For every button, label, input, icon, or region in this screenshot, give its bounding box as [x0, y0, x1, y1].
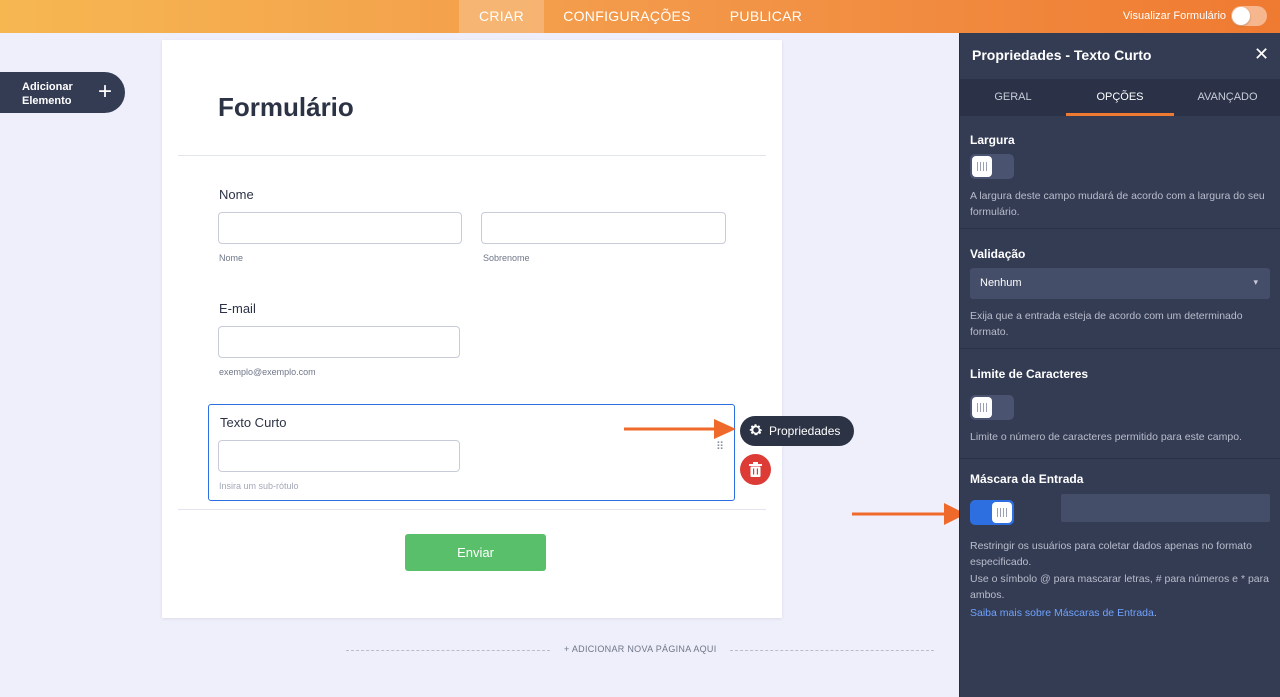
validation-help: Exija que a entrada esteja de acordo com…: [970, 310, 1243, 338]
char-limit-title: Limite de Caracteres: [970, 367, 1089, 381]
submit-divider: [178, 509, 766, 510]
last-name-sublabel: Sobrenome: [483, 253, 530, 263]
form-card: Formulário Nome Nome Sobrenome E-mail ex…: [162, 40, 782, 618]
width-title: Largura: [970, 133, 1015, 147]
input-mask-toggle[interactable]: [970, 500, 1014, 525]
short-text-sublabel-placeholder[interactable]: Insira um sub-rótulo: [219, 481, 299, 491]
properties-button-label: Propriedades: [769, 424, 841, 438]
close-icon[interactable]: ✕: [1254, 44, 1269, 65]
toggle-knob: [992, 502, 1012, 523]
add-element-label-line2: Elemento: [22, 95, 72, 107]
trash-icon: [749, 462, 762, 477]
active-tab-indicator: [1066, 113, 1174, 116]
plus-icon: +: [98, 78, 113, 105]
last-name-input[interactable]: [481, 212, 726, 244]
dashed-divider: [346, 650, 550, 651]
properties-button[interactable]: Propriedades: [740, 416, 854, 446]
width-toggle[interactable]: [970, 154, 1014, 179]
input-mask-learn-more-suffix: .: [1153, 607, 1157, 619]
add-new-page-link[interactable]: + ADICIONAR NOVA PÁGINA AQUI: [564, 644, 717, 654]
input-mask-help-1: Restringir os usuários para coletar dado…: [970, 540, 1252, 568]
tab-criar[interactable]: CRIAR: [459, 0, 544, 33]
section-divider: [960, 458, 1280, 459]
tab-opcoes[interactable]: OPÇÕES: [1066, 79, 1174, 116]
input-mask-title: Máscara da Entrada: [970, 472, 1084, 486]
validation-select[interactable]: Nenhum ▾: [970, 268, 1270, 299]
toggle-knob: [1232, 7, 1250, 25]
email-sublabel: exemplo@exemplo.com: [219, 367, 316, 377]
email-label[interactable]: E-mail: [219, 301, 256, 316]
input-mask-field[interactable]: [1061, 494, 1270, 522]
toggle-knob: [972, 156, 992, 177]
char-limit-toggle[interactable]: [970, 395, 1014, 420]
tab-geral[interactable]: GERAL: [960, 79, 1066, 116]
first-name-input[interactable]: [218, 212, 462, 244]
tab-publicar[interactable]: PUBLICAR: [714, 0, 818, 33]
add-new-page: + ADICIONAR NOVA PÁGINA AQUI: [346, 644, 934, 658]
chevron-down-icon: ▾: [1253, 277, 1258, 287]
properties-panel: Propriedades - Texto Curto ✕ GERAL OPÇÕE…: [959, 33, 1280, 697]
preview-form-toggle[interactable]: [1231, 6, 1267, 26]
annotation-arrow-icon: [624, 419, 736, 439]
title-divider: [178, 155, 766, 156]
panel-title: Propriedades - Texto Curto: [972, 47, 1152, 63]
add-element-button[interactable]: Adicionar Elemento +: [0, 72, 125, 113]
validation-selected-value: Nenhum: [980, 277, 1022, 289]
add-element-label-line1: Adicionar: [22, 81, 73, 93]
dashed-divider: [730, 650, 934, 651]
drag-handle-icon[interactable]: ⠿: [716, 442, 726, 461]
delete-field-button[interactable]: [740, 454, 771, 485]
char-limit-help: Limite o número de caracteres permitido …: [970, 431, 1242, 443]
short-text-label[interactable]: Texto Curto: [220, 415, 286, 430]
tab-avancado[interactable]: AVANÇADO: [1174, 79, 1280, 116]
panel-tabs: GERAL OPÇÕES AVANÇADO: [960, 79, 1280, 116]
form-title[interactable]: Formulário: [218, 92, 354, 123]
email-input[interactable]: [218, 326, 460, 358]
first-name-sublabel: Nome: [219, 253, 244, 263]
section-divider: [960, 348, 1280, 349]
input-mask-help-2: Use o símbolo @ para mascarar letras, # …: [970, 573, 1269, 601]
section-divider: [960, 228, 1280, 229]
preview-form-label: Visualizar Formulário: [1122, 10, 1226, 22]
input-mask-learn-more-link[interactable]: Saiba mais sobre Máscaras de Entrada: [970, 607, 1154, 619]
annotation-arrow-icon: [852, 503, 966, 525]
submit-button[interactable]: Enviar: [405, 534, 546, 571]
add-element-label: Adicionar Elemento: [22, 80, 82, 108]
input-mask-learn-more: Saiba mais sobre Máscaras de Entrada.: [970, 605, 1270, 621]
gear-icon: [749, 424, 763, 436]
short-text-input[interactable]: [218, 440, 460, 472]
top-navigation-bar: CRIAR CONFIGURAÇÕES PUBLICAR Visualizar …: [0, 0, 1280, 33]
tab-configuracoes[interactable]: CONFIGURAÇÕES: [548, 0, 706, 33]
toggle-knob: [972, 397, 992, 418]
validation-title: Validação: [970, 247, 1026, 261]
width-help: A largura deste campo mudará de acordo c…: [970, 190, 1265, 218]
name-label[interactable]: Nome: [219, 187, 254, 202]
